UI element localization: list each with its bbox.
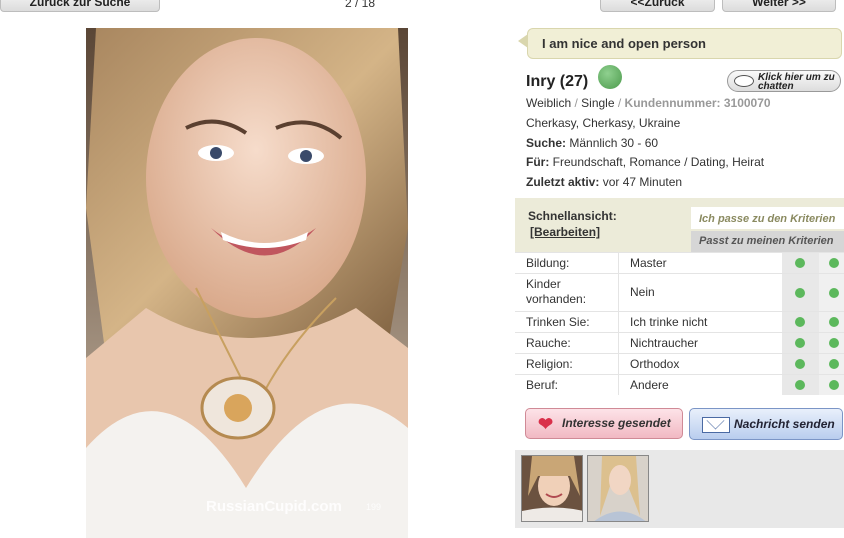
row-value: Orthodox <box>630 357 680 371</box>
photo-counter: 2 / 18 <box>344 0 376 10</box>
edit-link[interactable]: [Bearbeiten] <box>530 225 600 239</box>
row-label: Kinder vorhanden: <box>526 277 587 306</box>
match-dot-icon <box>829 380 839 390</box>
for-label: Für: <box>526 155 550 169</box>
interest-button[interactable]: ❤ Interesse gesendet <box>525 408 683 439</box>
row-label: Beruf: <box>526 378 559 392</box>
seeking-label: Suche: <box>526 136 567 150</box>
photo-number: 199 <box>366 502 382 512</box>
match-dot-icon <box>795 338 805 348</box>
for-value: Freundschaft, Romance / Dating, Heirat <box>552 155 765 169</box>
envelope-icon <box>702 417 730 433</box>
heart-icon: ❤ <box>538 414 554 434</box>
next-button[interactable]: Weiter >> <box>722 0 836 12</box>
last-active-value: vor 47 Minuten <box>602 175 683 189</box>
match-dot-icon <box>795 359 805 369</box>
row-label: Rauche: <box>526 336 571 350</box>
row-value: Andere <box>630 378 669 392</box>
row-label: Trinken Sie: <box>526 315 590 329</box>
prev-button[interactable]: <<Zurück <box>600 0 715 12</box>
table-row: Trinken Sie: Ich trinke nicht <box>515 311 844 332</box>
table-row: Religion: Orthodox <box>515 353 844 374</box>
table-row: Rauche: Nichtraucher <box>515 332 844 353</box>
match-dot-icon <box>795 317 805 327</box>
row-value: Nichtraucher <box>630 336 699 350</box>
criteria-i-match: Ich passe zu den Kriterien <box>691 207 844 229</box>
seeking-value: Männlich 30 - 60 <box>569 136 659 150</box>
row-value: Master <box>630 256 667 270</box>
table-row: Bildung: Master <box>515 252 844 273</box>
quick-view-title: Schnellansicht: <box>528 209 617 223</box>
match-dot-icon <box>795 258 805 268</box>
person-icon <box>598 65 622 89</box>
chat-bubble-icon <box>734 75 754 87</box>
row-label: Bildung: <box>526 256 570 270</box>
interest-label: Interesse gesendet <box>562 416 671 430</box>
last-active-label: Zuletzt aktiv: <box>526 175 600 189</box>
row-value: Nein <box>630 285 655 299</box>
quick-view-table: Bildung: Master Kinder vorhanden: Nein T… <box>515 252 844 395</box>
seeking: Suche: Männlich 30 - 60 <box>526 136 658 150</box>
looking-for: Für: Freundschaft, Romance / Dating, Hei… <box>526 155 764 169</box>
thumbnail-2[interactable] <box>587 455 649 522</box>
watermark-text: RussianCupid.com <box>206 498 342 515</box>
photo-thumbnails <box>515 450 844 528</box>
chat-button-label: Klick hier um zu chatten <box>758 72 835 92</box>
profile-basics: Weiblich / Single / Kundennummer: 310007… <box>526 96 771 110</box>
table-row: Beruf: Andere <box>515 374 844 395</box>
back-to-search-button[interactable]: Zurück zur Suche <box>0 0 160 12</box>
quick-view-header: Schnellansicht: [Bearbeiten] Ich passe z… <box>515 198 844 252</box>
gender: Weiblich <box>526 96 572 110</box>
table-row: Kinder vorhanden: Nein <box>515 273 844 311</box>
thumbnail-1[interactable] <box>521 455 583 522</box>
send-message-label: Nachricht senden <box>734 417 835 431</box>
last-active: Zuletzt aktiv: vor 47 Minuten <box>526 175 682 189</box>
match-dot-icon <box>829 359 839 369</box>
match-dot-icon <box>829 258 839 268</box>
chat-button[interactable]: Klick hier um zu chatten <box>727 70 841 92</box>
send-message-button[interactable]: Nachricht senden <box>689 408 843 440</box>
criteria-matches-mine: Passt zu meinen Kriterien <box>691 231 844 252</box>
match-dot-icon <box>829 288 839 298</box>
profile-photo[interactable]: RussianCupid.com 199 <box>86 28 408 538</box>
match-dot-icon <box>829 338 839 348</box>
status-message: I am nice and open person <box>527 28 842 59</box>
row-value: Ich trinke nicht <box>630 315 708 329</box>
location: Cherkasy, Cherkasy, Ukraine <box>526 116 681 130</box>
member-id: Kundennummer: 3100070 <box>624 96 771 110</box>
relationship-status: Single <box>581 96 615 110</box>
row-label: Religion: <box>526 357 573 371</box>
match-dot-icon <box>829 317 839 327</box>
match-dot-icon <box>795 380 805 390</box>
match-dot-icon <box>795 288 805 298</box>
profile-name-age: Inry (27) <box>526 73 589 90</box>
